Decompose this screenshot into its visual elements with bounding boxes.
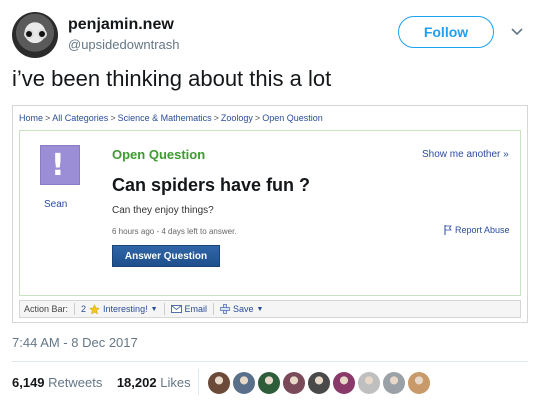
divider	[163, 303, 165, 315]
asker-avatar: !	[40, 145, 80, 185]
email-action: Email	[170, 304, 208, 314]
embedded-screenshot[interactable]: Home > All Categories > Science & Mathematic…	[12, 105, 528, 323]
likes-count: 18,202	[116, 375, 157, 390]
report-abuse-link: Report Abuse	[444, 225, 510, 235]
user-avatar[interactable]	[12, 12, 58, 58]
question-status: Open Question	[112, 147, 206, 162]
liker-avatar[interactable]	[258, 372, 280, 394]
report-abuse-label: Report Abuse	[455, 225, 510, 235]
show-another-link: Show me another »	[422, 149, 509, 160]
liker-avatar[interactable]	[383, 372, 405, 394]
breadcrumb-open-question: Open Question	[262, 113, 323, 123]
liker-avatar[interactable]	[408, 372, 430, 394]
display-name[interactable]: penjamin.new	[68, 16, 174, 34]
liker-avatar[interactable]	[358, 372, 380, 394]
tweet-header: penjamin.new @upsidedowntrash Follow	[12, 10, 528, 60]
interesting-action: 2 Interesting! ▼	[81, 303, 158, 315]
breadcrumb: Home > All Categories > Science & Mathematic…	[19, 113, 323, 123]
divider	[213, 303, 215, 315]
breadcrumb-separator: >	[45, 113, 51, 123]
save-label: Save	[233, 304, 254, 314]
answer-question-button: Answer Question	[112, 245, 220, 267]
question-title: Can spiders have fun ?	[112, 175, 311, 195]
avatar-eye-left	[24, 29, 34, 39]
interesting-label: Interesting!	[103, 304, 148, 314]
follow-button[interactable]: Follow	[398, 16, 494, 48]
divider	[198, 369, 199, 395]
interesting-count: 2	[81, 304, 87, 314]
liker-avatar[interactable]	[283, 372, 305, 394]
liker-avatar[interactable]	[333, 372, 355, 394]
avatar-eye-right	[37, 29, 47, 39]
save-action: Save ▼	[220, 304, 263, 314]
breadcrumb-science: Science & Mathematics	[117, 113, 212, 123]
action-bar-label: Action Bar:	[24, 304, 69, 314]
plus-icon	[220, 304, 230, 314]
breadcrumb-zoology: Zoology	[220, 113, 253, 123]
caret-down-icon: ▼	[256, 305, 264, 313]
question-body: Can they enjoy things?	[112, 205, 214, 216]
liker-avatar[interactable]	[233, 372, 255, 394]
email-label: Email	[184, 304, 208, 314]
envelope-icon	[170, 305, 182, 313]
breadcrumb-home: Home	[19, 113, 44, 123]
retweets-stat[interactable]: 6,149 Retweets	[12, 375, 102, 390]
tweet-timestamp[interactable]: 7:44 AM - 8 Dec 2017	[12, 335, 138, 350]
retweets-label: Retweets	[48, 375, 103, 390]
tweet-text: i’ve been thinking about this a lot	[12, 66, 332, 91]
exclamation-icon: !	[51, 148, 65, 183]
likes-stat[interactable]: 18,202 Likes	[117, 375, 191, 390]
divider	[74, 303, 76, 315]
caret-down-icon: ▼	[150, 305, 158, 313]
asker-name: Sean	[44, 199, 68, 210]
breadcrumb-separator: >	[254, 113, 261, 123]
user-handle[interactable]: @upsidedowntrash	[68, 37, 179, 52]
action-bar: Action Bar: 2 Interesting! ▼ Email Save	[19, 300, 521, 318]
question-box: ! Sean Open Question Show me another » C…	[19, 130, 521, 296]
breadcrumb-separator: >	[110, 113, 116, 123]
breadcrumb-all-categories: All Categories	[52, 113, 109, 123]
liker-avatars	[208, 372, 430, 394]
liker-avatar[interactable]	[308, 372, 330, 394]
breadcrumb-separator: >	[213, 113, 219, 123]
divider	[12, 361, 528, 362]
question-meta: 6 hours ago - 4 days left to answer.	[112, 227, 237, 236]
likes-label: Likes	[160, 375, 191, 390]
liker-avatar[interactable]	[208, 372, 230, 394]
star-icon	[89, 303, 100, 314]
retweets-count: 6,149	[12, 375, 45, 390]
tweet-stats: 6,149 Retweets 18,202 Likes	[12, 375, 191, 390]
flag-icon	[444, 225, 452, 235]
chevron-down-icon[interactable]	[510, 24, 524, 38]
